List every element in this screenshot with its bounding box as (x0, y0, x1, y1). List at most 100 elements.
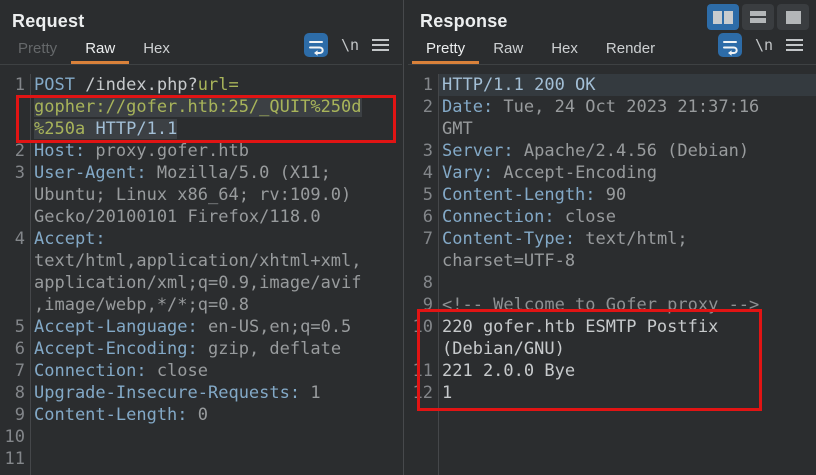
line-number: 3 (0, 162, 30, 184)
code-line: 11 (0, 448, 402, 470)
layout-view-controls (707, 4, 809, 30)
single-panel-glyph (786, 11, 801, 24)
request-toolbar: \n (304, 33, 402, 64)
request-gutter-divider (30, 74, 31, 475)
code-line: 9<!-- Welcome to Gofer proxy --> (408, 294, 816, 316)
request-tab-bar: Pretty Raw Hex \n (0, 32, 402, 65)
code-line: 2Host: proxy.gofer.htb (0, 140, 402, 162)
code-line: 3Server: Apache/2.4.56 (Debian) (408, 140, 816, 162)
line-number: 7 (0, 360, 30, 382)
code-line: Gecko/20100101 Firefox/118.0 (0, 206, 402, 228)
line-number: 5 (408, 184, 438, 206)
code-line: GMT (408, 118, 816, 140)
request-panel-title: Request (0, 0, 402, 32)
code-line: 5Content-Length: 90 (408, 184, 816, 206)
line-number (408, 338, 438, 360)
response-gutter-divider (438, 74, 439, 475)
line-number: 10 (408, 316, 438, 338)
code-line: text/html,application/xhtml+xml, (0, 250, 402, 272)
line-number: 11 (0, 448, 30, 470)
line-number: 1 (408, 74, 438, 96)
code-line: 11221 2.0.0 Bye (408, 360, 816, 382)
line-number: 10 (0, 426, 30, 448)
response-code: 1HTTP/1.1 200 OK2Date: Tue, 24 Oct 2023 … (408, 74, 816, 404)
soft-wrap-icon[interactable] (304, 33, 328, 57)
code-line: 6Accept-Encoding: gzip, deflate (0, 338, 402, 360)
code-line: 10220 gofer.htb ESMTP Postfix (408, 316, 816, 338)
code-line: 4Accept: (0, 228, 402, 250)
code-line: charset=UTF-8 (408, 250, 816, 272)
code-line: 4Vary: Accept-Encoding (408, 162, 816, 184)
request-editor[interactable]: 1POST /index.php?url=gopher://gofer.htb:… (0, 74, 402, 475)
line-number: 4 (0, 228, 30, 250)
hamburger-menu-icon[interactable] (786, 39, 803, 52)
repeater-window: Request Pretty Raw Hex \n (0, 0, 816, 475)
code-line: (Debian/GNU) (408, 338, 816, 360)
line-number (0, 118, 30, 140)
line-number: 8 (0, 382, 30, 404)
line-number: 7 (408, 228, 438, 250)
split-rows-button[interactable] (742, 4, 774, 30)
columns-glyph-right (724, 11, 733, 24)
code-line: 3User-Agent: Mozilla/5.0 (X11; (0, 162, 402, 184)
code-line: gopher://gofer.htb:25/_QUIT%250d (0, 96, 402, 118)
response-tab-bar: Pretty Raw Hex Render \n (408, 32, 816, 65)
soft-wrap-icon[interactable] (718, 33, 742, 57)
code-line: 7Content-Type: text/html; (408, 228, 816, 250)
response-panel: Response Pretty Raw Hex Render \n (408, 0, 816, 475)
line-number: 9 (408, 294, 438, 316)
panel-divider[interactable] (403, 0, 404, 475)
request-tab-hex[interactable]: Hex (129, 35, 184, 64)
hamburger-menu-icon[interactable] (372, 39, 389, 52)
line-number (408, 250, 438, 272)
line-number (408, 118, 438, 140)
newline-icon[interactable]: \n (341, 36, 359, 54)
line-number: 6 (408, 206, 438, 228)
code-line: 121 (408, 382, 816, 404)
code-line: 8Upgrade-Insecure-Requests: 1 (0, 382, 402, 404)
request-panel: Request Pretty Raw Hex \n (0, 0, 402, 475)
line-number: 2 (408, 96, 438, 118)
line-number: 6 (0, 338, 30, 360)
single-panel-button[interactable] (777, 4, 809, 30)
code-line: 8 (408, 272, 816, 294)
line-number: 5 (0, 316, 30, 338)
response-tab-hex[interactable]: Hex (537, 35, 592, 64)
code-line: 5Accept-Language: en-US,en;q=0.5 (0, 316, 402, 338)
line-number (0, 184, 30, 206)
split-columns-button[interactable] (707, 4, 739, 30)
line-number: 4 (408, 162, 438, 184)
line-number (0, 272, 30, 294)
rows-glyph (750, 11, 766, 23)
line-number: 11 (408, 360, 438, 382)
code-line: %250a HTTP/1.1 (0, 118, 402, 140)
request-code: 1POST /index.php?url=gopher://gofer.htb:… (0, 74, 402, 470)
line-number (0, 294, 30, 316)
code-line: 7Connection: close (0, 360, 402, 382)
response-editor[interactable]: 1HTTP/1.1 200 OK2Date: Tue, 24 Oct 2023 … (408, 74, 816, 475)
request-tab-pretty[interactable]: Pretty (4, 35, 71, 64)
code-line: application/xml;q=0.9,image/avif (0, 272, 402, 294)
line-number: 12 (408, 382, 438, 404)
code-line: 9Content-Length: 0 (0, 404, 402, 426)
response-tab-raw[interactable]: Raw (479, 35, 537, 64)
line-number (0, 250, 30, 272)
code-line: 6Connection: close (408, 206, 816, 228)
line-number (0, 96, 30, 118)
line-number: 2 (0, 140, 30, 162)
code-line: ,image/webp,*/*;q=0.8 (0, 294, 402, 316)
code-line: 1POST /index.php?url= (0, 74, 402, 96)
line-number: 9 (0, 404, 30, 426)
code-line: Ubuntu; Linux x86_64; rv:109.0) (0, 184, 402, 206)
columns-glyph-left (713, 11, 722, 24)
line-number: 1 (0, 74, 30, 96)
line-number: 3 (408, 140, 438, 162)
newline-icon[interactable]: \n (755, 36, 773, 54)
line-number (0, 206, 30, 228)
request-tab-raw[interactable]: Raw (71, 35, 129, 64)
response-tab-pretty[interactable]: Pretty (412, 35, 479, 64)
response-toolbar: \n (718, 33, 816, 64)
code-line: 1HTTP/1.1 200 OK (408, 74, 816, 96)
response-tab-render[interactable]: Render (592, 35, 669, 64)
line-number: 8 (408, 272, 438, 294)
